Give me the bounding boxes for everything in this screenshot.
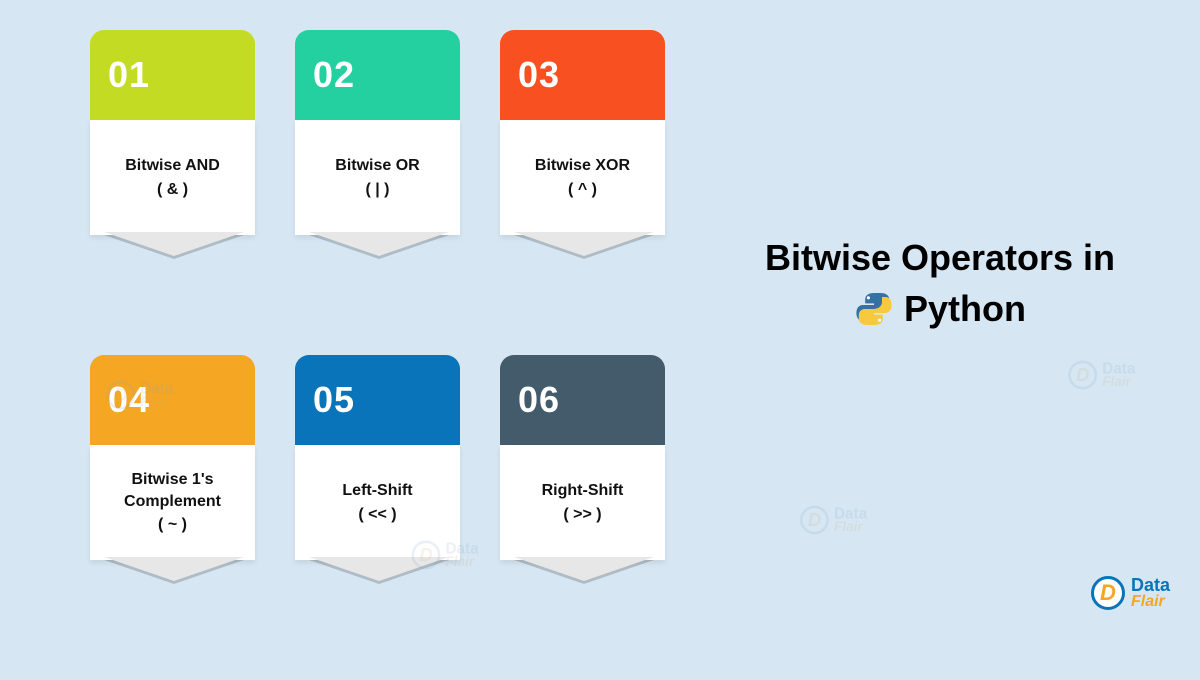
card-symbol: ( ^ ) — [568, 179, 597, 201]
brand-name-2: Flair — [140, 396, 173, 410]
brand-name-2: Flair — [446, 556, 479, 570]
card-symbol: ( & ) — [157, 179, 188, 201]
brand-glyph-icon: D — [800, 506, 829, 535]
brand-text: Data Flair — [834, 506, 867, 535]
brand-text: Data Flair — [140, 381, 173, 410]
card-number: 03 — [500, 30, 665, 120]
card-title: Bitwise AND — [125, 155, 220, 177]
brand-name-1: Data — [140, 381, 173, 396]
brand-name-1: Data — [1102, 361, 1135, 376]
card-title: Bitwise XOR — [535, 155, 630, 177]
brand-glyph-icon: D — [1068, 361, 1097, 390]
brand-text: Data Flair — [446, 541, 479, 570]
brand-name-2: Flair — [834, 521, 867, 535]
brand-name-2: Flair — [1102, 376, 1135, 390]
brand-glyph-icon: D — [106, 381, 135, 410]
watermark-icon: D Data Flair — [1068, 175, 1162, 575]
card-number: 01 — [90, 30, 255, 120]
card-number: 02 — [295, 30, 460, 120]
card-symbol: ( | ) — [365, 179, 389, 201]
brand-glyph-icon: D — [412, 541, 441, 570]
brand-name-1: Data — [446, 541, 479, 556]
brand-name-1: Data — [834, 506, 867, 521]
card-title: Bitwise OR — [335, 155, 419, 177]
brand-text: Data Flair — [1102, 361, 1135, 390]
